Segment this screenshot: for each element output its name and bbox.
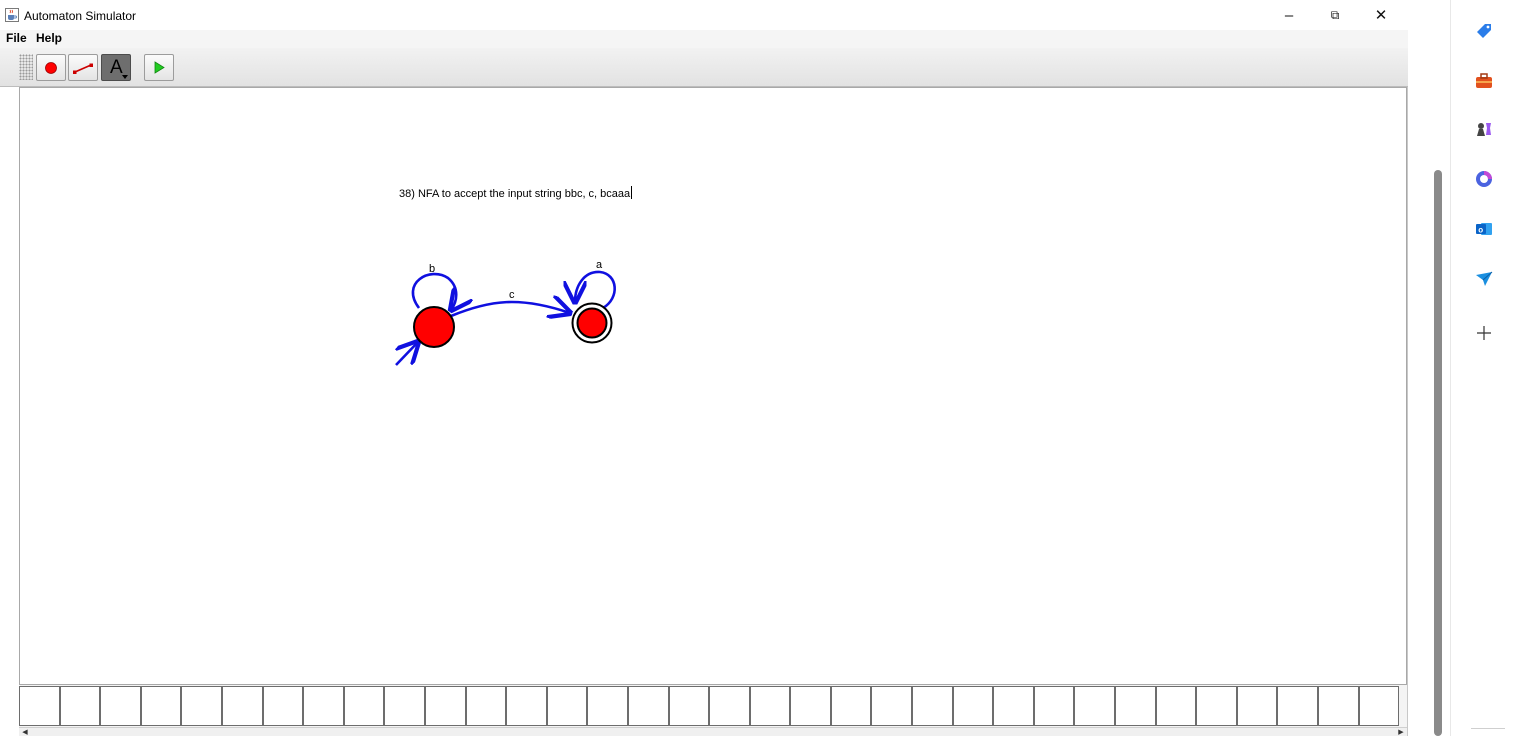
tape-cell[interactable] (952, 686, 994, 726)
tape-cell[interactable] (303, 686, 344, 726)
tape-cell[interactable] (993, 686, 1034, 726)
tape-cell[interactable] (100, 686, 141, 726)
tape-cell[interactable] (1358, 686, 1400, 726)
briefcase-icon[interactable] (1473, 70, 1495, 92)
window-title: Automaton Simulator (24, 9, 137, 23)
tape-cell[interactable] (221, 686, 263, 726)
send-icon[interactable] (1473, 268, 1495, 290)
minimize-icon: – (1284, 6, 1294, 24)
menu-help[interactable]: Help (36, 31, 62, 45)
tape-cell[interactable] (587, 686, 628, 726)
initial-arrow (396, 342, 418, 366)
tape-cell[interactable] (546, 686, 588, 726)
play-icon (154, 61, 165, 74)
tape-cell[interactable] (871, 686, 913, 726)
automaton-diagram: b c a (20, 259, 616, 366)
toolbar: A (0, 48, 1408, 87)
tape-cell[interactable] (424, 686, 466, 726)
tape-cell[interactable] (1277, 686, 1318, 726)
tape-cell[interactable] (506, 686, 547, 726)
self-loop-q1 (575, 270, 616, 310)
tape-cell[interactable] (1236, 686, 1278, 726)
vertical-scroll-thumb[interactable] (1434, 170, 1442, 736)
edge-label-q0-loop: b (429, 263, 435, 275)
state-q1[interactable] (576, 307, 608, 339)
input-tape (19, 685, 1407, 727)
java-cup-icon (5, 8, 19, 22)
tape-cell[interactable] (1074, 686, 1116, 726)
text-tool[interactable]: A (101, 54, 131, 81)
menu-file[interactable]: File (6, 31, 27, 45)
restore-button[interactable]: ⧉ (1312, 0, 1358, 30)
edge-sidebar: o (1450, 0, 1517, 736)
menu-bar: File Help (0, 30, 1408, 48)
tape-cell[interactable] (465, 686, 507, 726)
automaton-canvas[interactable]: 38) NFA to accept the input string bbc, … (19, 87, 1407, 685)
tape-cell[interactable] (384, 686, 425, 726)
tape-cell[interactable] (19, 686, 60, 726)
svg-text:o: o (1478, 226, 1483, 235)
tape-cell[interactable] (1155, 686, 1197, 726)
tape-cell[interactable] (912, 686, 953, 726)
tape-cell[interactable] (668, 686, 710, 726)
close-icon: ✕ (1374, 7, 1388, 24)
tape-cell[interactable] (262, 686, 304, 726)
letter-a-icon: A (110, 57, 123, 78)
tape-cell[interactable] (749, 686, 791, 726)
copilot-icon[interactable] (1473, 168, 1495, 190)
tape-cell[interactable] (59, 686, 101, 726)
arrow-line-icon (73, 63, 93, 74)
horizontal-scrollbar[interactable]: ◀ ▶ (19, 727, 1407, 736)
tape-cell[interactable] (627, 686, 669, 726)
run-tool[interactable] (144, 54, 174, 81)
tape-cell[interactable] (790, 686, 831, 726)
tape-cell[interactable] (830, 686, 872, 726)
chess-icon[interactable] (1473, 118, 1495, 140)
tape-cell[interactable] (709, 686, 750, 726)
tape-cell[interactable] (343, 686, 385, 726)
outlook-icon[interactable]: o (1473, 218, 1495, 240)
tape-strip (19, 686, 1400, 726)
plus-icon[interactable] (1473, 322, 1495, 344)
tape-cell[interactable] (1033, 686, 1075, 726)
tape-cell[interactable] (181, 686, 222, 726)
state-q0[interactable] (413, 306, 455, 348)
sidebar-divider (1471, 728, 1505, 729)
transition-q0-q1 (450, 302, 570, 316)
tag-icon[interactable] (1473, 20, 1495, 42)
edge-label-q1-loop: a (596, 259, 603, 271)
app-window: Automaton Simulator – ⧉ ✕ File Help A 38… (0, 0, 1408, 736)
self-loop-q0 (411, 272, 456, 310)
add-state-tool[interactable] (36, 54, 66, 81)
close-button[interactable]: ✕ (1358, 0, 1404, 30)
tape-cell[interactable] (1115, 686, 1156, 726)
tape-cell[interactable] (1196, 686, 1237, 726)
edge-label-q0-q1: c (509, 289, 515, 301)
tape-cell[interactable] (1318, 686, 1359, 726)
minimize-button[interactable]: – (1266, 0, 1312, 30)
restore-icon: ⧉ (1330, 7, 1340, 22)
toolbar-grip[interactable] (19, 54, 33, 80)
dropdown-caret-icon (122, 75, 128, 79)
red-dot-icon (45, 62, 57, 74)
add-transition-tool[interactable] (68, 54, 98, 81)
title-bar: Automaton Simulator – ⧉ ✕ (0, 0, 1408, 30)
tape-cell[interactable] (140, 686, 182, 726)
